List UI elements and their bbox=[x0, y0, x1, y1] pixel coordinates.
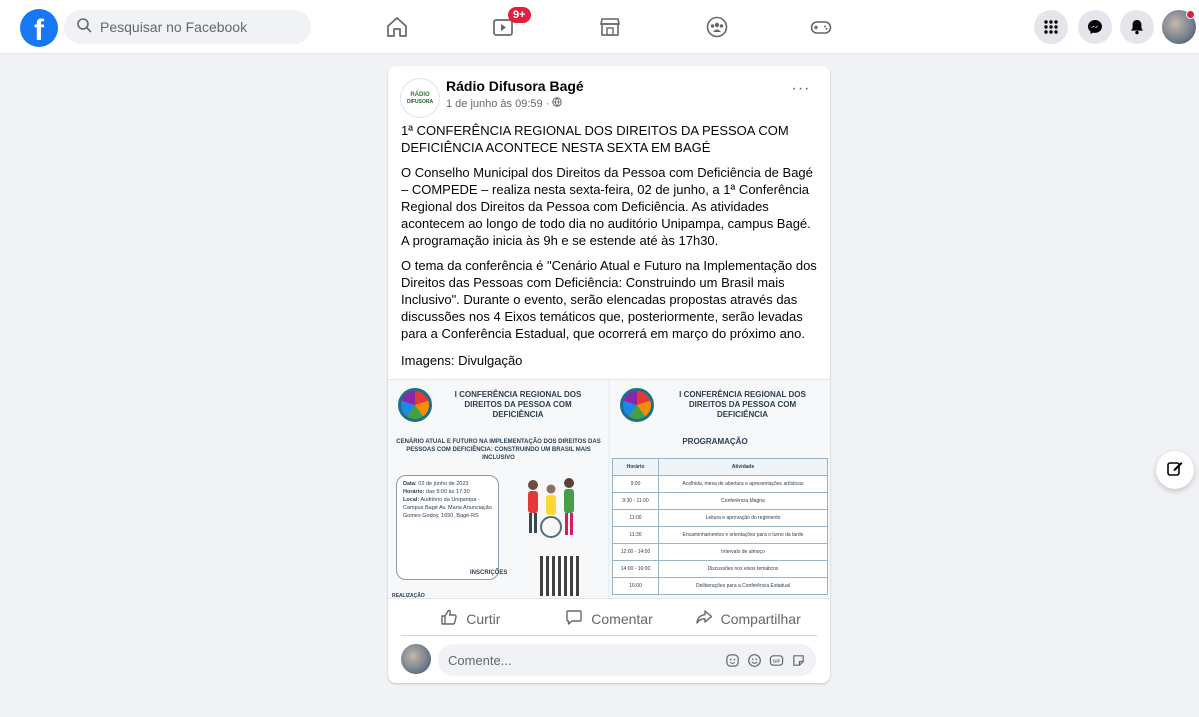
menu-grid-icon[interactable] bbox=[1034, 10, 1068, 44]
home-icon[interactable] bbox=[383, 13, 411, 41]
table-row: 12:00 - 14:00 Intervalo de almoço bbox=[612, 543, 828, 561]
time-value: das 9:00 às 17:30 bbox=[425, 489, 470, 495]
post-title: 1ª CONFERÊNCIA REGIONAL DOS DIREITOS DA … bbox=[401, 123, 789, 155]
row-time: 9:30 - 11:00 bbox=[612, 492, 659, 510]
facebook-logo[interactable]: f bbox=[20, 9, 58, 47]
conference-logo bbox=[398, 388, 432, 422]
share-button[interactable]: Compartilhar bbox=[678, 602, 817, 635]
gif-icon[interactable]: GIF bbox=[768, 652, 784, 668]
column-activity: Atividade bbox=[658, 458, 828, 476]
time-label: Horário: bbox=[403, 489, 425, 495]
post-image-credit: Imagens: Divulgação bbox=[401, 353, 523, 368]
post-images[interactable]: I CONFERÊNCIA REGIONAL DOS DIREITOS DA P… bbox=[388, 379, 830, 599]
post-card: RÁDIO DIFUSORA Rádio Difusora Bagé 1 de … bbox=[388, 66, 830, 683]
flyer-details-box: Data: 02 de junho de 2023 Horário: das 9… bbox=[396, 475, 499, 580]
messenger-icon[interactable] bbox=[1078, 10, 1112, 44]
row-activity: Deliberações para a Conferência Estadual bbox=[658, 577, 828, 595]
row-activity: Leitura e aprovação do regimento bbox=[658, 509, 828, 527]
avatar-sticker-icon[interactable] bbox=[724, 652, 740, 668]
svg-text:GIF: GIF bbox=[772, 658, 780, 663]
page-logo-line2: DIFUSORA bbox=[406, 98, 434, 105]
date-value: 02 de junho de 2023 bbox=[418, 481, 469, 487]
registrations-label: INSCRIÇÕES bbox=[470, 570, 508, 576]
table-header-row: Horário Atividade bbox=[612, 458, 828, 476]
notifications-icon[interactable] bbox=[1120, 10, 1154, 44]
flyer-schedule-image[interactable]: I CONFERÊNCIA REGIONAL DOS DIREITOS DA P… bbox=[610, 380, 830, 598]
page-name[interactable]: Rádio Difusora Bagé bbox=[446, 78, 584, 94]
post-timestamp[interactable]: 1 de junho às 09:59 · bbox=[446, 98, 549, 110]
comment-label: Comentar bbox=[591, 610, 653, 627]
row-time: 12:00 - 14:00 bbox=[612, 543, 659, 561]
emoji-icon[interactable] bbox=[746, 652, 762, 668]
globe-icon bbox=[552, 97, 563, 110]
table-row: 9:30 - 11:00 Conferência Magna bbox=[612, 492, 828, 510]
comment-button[interactable]: Comentar bbox=[540, 602, 679, 635]
schedule-table: Horário Atividade 9:00 Acolhida, mesa de … bbox=[612, 458, 828, 595]
post-paragraph: O tema da conferência é "Cenário Atual e… bbox=[401, 258, 817, 341]
page-logo[interactable]: RÁDIO DIFUSORA bbox=[400, 78, 440, 118]
post-paragraph: O Conselho Municipal dos Direitos da Pes… bbox=[401, 165, 813, 248]
realization-label: REALIZAÇÃO bbox=[392, 593, 425, 599]
row-time: 14:00 - 16:00 bbox=[612, 560, 659, 578]
column-time: Horário bbox=[612, 458, 659, 476]
marketplace-icon[interactable] bbox=[596, 13, 624, 41]
share-label: Compartilhar bbox=[720, 610, 801, 627]
table-row: 11:00 Leitura e aprovação do regimento bbox=[612, 509, 828, 527]
people-illustration bbox=[528, 478, 574, 538]
post-options-button[interactable]: ··· bbox=[786, 80, 816, 104]
like-label: Curtir bbox=[466, 610, 501, 627]
comment-icon bbox=[565, 608, 583, 629]
schedule-heading: PROGRAMAÇÃO bbox=[682, 437, 748, 446]
video-notification-badge: 9+ bbox=[508, 7, 531, 23]
row-activity: Encaminhamentos e orientações para o tur… bbox=[658, 526, 828, 544]
row-activity: Discussões nos eixos temáticos bbox=[658, 560, 828, 578]
flyer-info-image[interactable]: I CONFERÊNCIA REGIONAL DOS DIREITOS DA P… bbox=[388, 380, 608, 599]
search-icon bbox=[76, 17, 92, 38]
row-time: 11:00 bbox=[612, 509, 659, 527]
table-row: 16:00 Deliberações para a Conferência Est… bbox=[612, 577, 828, 595]
search-input[interactable] bbox=[100, 19, 300, 35]
date-label: Data: bbox=[403, 481, 417, 487]
table-row: 11:30 Encaminhamentos e orientações para … bbox=[612, 526, 828, 544]
row-time: 16:00 bbox=[612, 577, 659, 595]
new-message-button[interactable] bbox=[1156, 451, 1194, 489]
search-bar[interactable] bbox=[64, 10, 311, 44]
thumbs-up-icon bbox=[440, 608, 458, 629]
flyer-title: I CONFERÊNCIA REGIONAL DOS DIREITOS DA P… bbox=[454, 390, 582, 419]
profile-notification-dot bbox=[1186, 10, 1195, 19]
sticker-icon[interactable] bbox=[790, 652, 806, 668]
row-activity: Conferência Magna bbox=[658, 492, 828, 510]
comment-tools: GIF bbox=[724, 652, 816, 668]
table-row: 9:00 Acolhida, mesa de abertura e apresen… bbox=[612, 475, 828, 493]
compose-icon bbox=[1166, 459, 1184, 482]
comment-composer[interactable]: GIF bbox=[438, 644, 816, 676]
post-meta: 1 de junho às 09:59 · bbox=[446, 97, 563, 110]
flyer-title: I CONFERÊNCIA REGIONAL DOS DIREITOS DA P… bbox=[679, 390, 806, 419]
location-label: Local: bbox=[403, 497, 420, 503]
share-icon bbox=[695, 608, 713, 629]
row-activity: Intervalo de almoço bbox=[658, 543, 828, 561]
flyer-subtitle: CENÁRIO ATUAL E FUTURO NA IMPLEMENTAÇÃO … bbox=[396, 439, 601, 461]
like-button[interactable]: Curtir bbox=[401, 602, 540, 635]
table-row: 14:00 - 16:00 Discussões nos eixos temáti… bbox=[612, 560, 828, 578]
row-time: 11:30 bbox=[612, 526, 659, 544]
groups-icon[interactable] bbox=[703, 13, 731, 41]
comment-input[interactable] bbox=[448, 652, 708, 668]
avatar[interactable] bbox=[401, 644, 431, 674]
qr-code bbox=[540, 556, 580, 596]
conference-logo bbox=[620, 388, 654, 422]
top-navigation-bar: f 9+ bbox=[0, 0, 1199, 54]
gaming-icon[interactable] bbox=[807, 13, 835, 41]
row-activity: Acolhida, mesa de abertura e apresentaçõ… bbox=[658, 475, 828, 493]
page-logo-line1: RÁDIO bbox=[410, 91, 430, 98]
post-actions: Curtir Comentar Compartilhar bbox=[401, 602, 817, 636]
row-time: 9:00 bbox=[612, 475, 659, 493]
